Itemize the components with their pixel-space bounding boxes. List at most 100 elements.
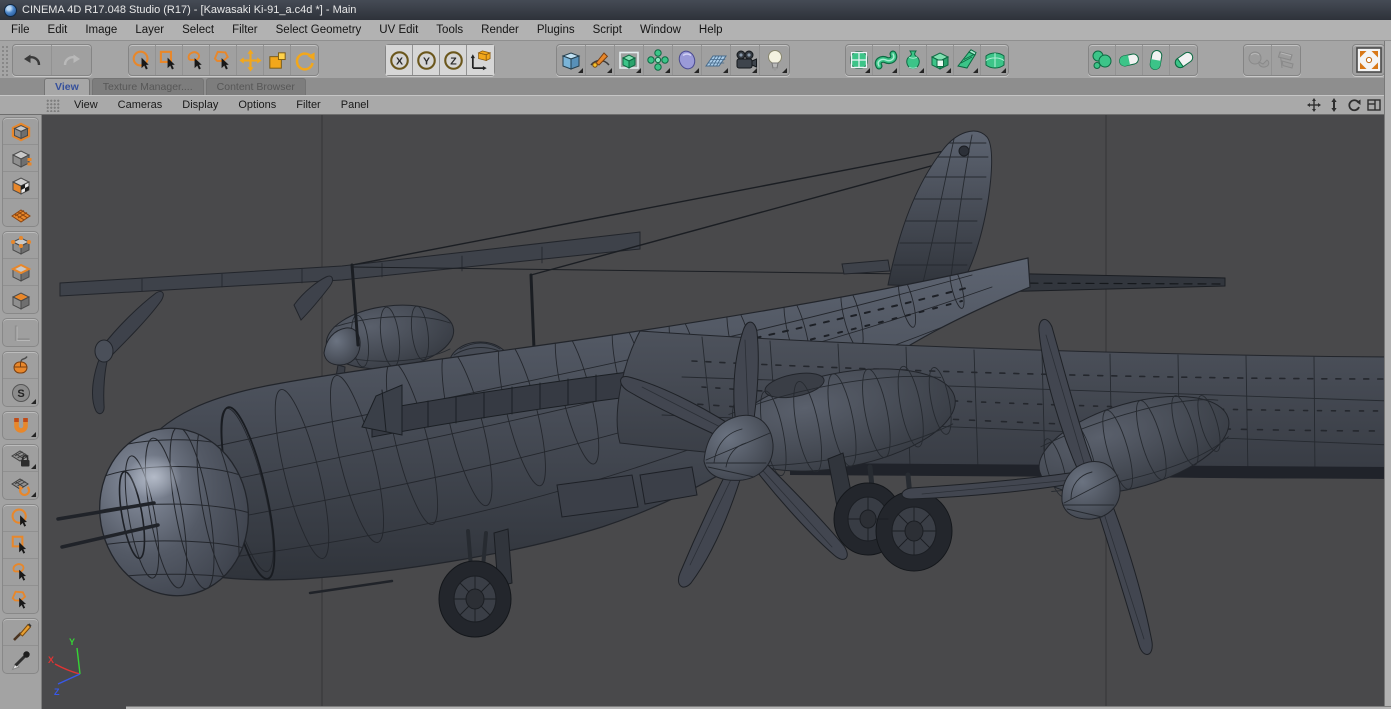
viewport-solo-icon[interactable] <box>3 352 38 379</box>
history-group <box>12 44 92 76</box>
redo-icon[interactable] <box>52 45 91 75</box>
viewport-canvas[interactable]: Y X Z <box>42 115 1391 709</box>
lathe-icon[interactable] <box>900 45 927 75</box>
brush-icon[interactable] <box>3 619 38 646</box>
enable-snap-icon[interactable] <box>3 412 38 439</box>
menu-plugins[interactable]: Plugins <box>528 21 584 39</box>
z-axis-lock-icon[interactable]: Z <box>440 45 467 75</box>
menu-window[interactable]: Window <box>631 21 690 39</box>
axis-label-x: X <box>48 655 54 665</box>
toggle-panel-icon[interactable] <box>1366 97 1381 112</box>
vpmenu-display[interactable]: Display <box>172 97 228 113</box>
title-bar: CINEMA 4D R17.048 Studio (R17) - [Kawasa… <box>0 0 1391 20</box>
live-selection-icon[interactable] <box>129 45 156 75</box>
maximize-view-icon[interactable] <box>1353 45 1384 75</box>
toolbar-drag-handle[interactable] <box>0 44 9 76</box>
boole-subtract-icon[interactable] <box>1170 45 1197 75</box>
disabled-tool-2-icon <box>1272 45 1300 75</box>
viewport-nav-icons <box>1306 97 1381 112</box>
y-axis-lock-icon[interactable]: Y <box>413 45 440 75</box>
undo-icon[interactable] <box>13 45 52 75</box>
viewport-menu-drag-handle[interactable] <box>46 98 60 112</box>
polygons-mode-icon[interactable] <box>3 286 38 313</box>
model-mode-icon[interactable] <box>3 145 38 172</box>
bezier-icon[interactable] <box>981 45 1008 75</box>
vpmenu-panel[interactable]: Panel <box>331 97 379 113</box>
texture-mode-icon[interactable] <box>3 172 38 199</box>
vpmenu-cameras[interactable]: Cameras <box>108 97 173 113</box>
menu-script[interactable]: Script <box>584 21 631 39</box>
lasso-selection-icon[interactable] <box>183 45 210 75</box>
zoom-view-icon[interactable] <box>1326 97 1341 112</box>
environment-floor-icon[interactable] <box>702 45 731 75</box>
tab-texture-manager[interactable]: Texture Manager.... <box>91 78 204 95</box>
live-selection-icon[interactable] <box>3 505 38 532</box>
rectangle-selection-icon[interactable] <box>156 45 183 75</box>
menu-layer[interactable]: Layer <box>126 21 173 39</box>
pan-view-icon[interactable] <box>1306 97 1321 112</box>
selection-tools-group <box>128 44 319 76</box>
menu-edit[interactable]: Edit <box>39 21 77 39</box>
viewport-model: Y X Z <box>42 115 1391 709</box>
x-axis-lock-icon[interactable]: X <box>386 45 413 75</box>
vpmenu-view[interactable]: View <box>64 97 108 113</box>
coordinate-system-icon[interactable] <box>467 45 494 75</box>
metaball-icon[interactable] <box>673 45 702 75</box>
menu-tools[interactable]: Tools <box>427 21 472 39</box>
svg-text:Y: Y <box>422 55 429 67</box>
lock-workplane-icon[interactable] <box>3 445 38 472</box>
spline-pen-icon[interactable] <box>586 45 615 75</box>
eyedropper-icon[interactable] <box>3 646 38 673</box>
tab-view[interactable]: View <box>44 78 90 95</box>
vpmenu-filter[interactable]: Filter <box>286 97 330 113</box>
snap-settings-icon[interactable]: S <box>3 379 38 406</box>
move-tool-icon[interactable] <box>237 45 264 75</box>
edges-mode-icon[interactable] <box>3 259 38 286</box>
menu-select[interactable]: Select <box>173 21 223 39</box>
sidebar-group-selection <box>2 504 39 614</box>
rotate-view-icon[interactable] <box>1346 97 1361 112</box>
sidebar-group-axis <box>2 318 39 347</box>
generators-icon[interactable] <box>615 45 644 75</box>
array-icon[interactable] <box>644 45 673 75</box>
metaball-blob-icon[interactable] <box>1089 45 1116 75</box>
vpmenu-options[interactable]: Options <box>228 97 286 113</box>
cinema4d-logo-icon <box>4 3 17 17</box>
rotate-tool-icon[interactable] <box>291 45 318 75</box>
polygon-selection-icon[interactable] <box>210 45 237 75</box>
menu-select-geometry[interactable]: Select Geometry <box>267 21 371 39</box>
polygon-selection-icon[interactable] <box>3 586 38 613</box>
menu-render[interactable]: Render <box>472 21 528 39</box>
window-right-border[interactable] <box>1384 41 1391 709</box>
subdivision-surface-icon[interactable] <box>846 45 873 75</box>
make-editable-icon[interactable] <box>3 118 38 145</box>
menu-uv-edit[interactable]: UV Edit <box>370 21 427 39</box>
rectangle-selection-icon[interactable] <box>3 532 38 559</box>
sidebar-group-interaction: S <box>2 351 39 407</box>
extrude-icon[interactable] <box>927 45 954 75</box>
camera-icon[interactable] <box>731 45 760 75</box>
loft-icon[interactable] <box>954 45 981 75</box>
boole-intersect-icon[interactable] <box>1143 45 1170 75</box>
scale-tool-icon[interactable] <box>264 45 291 75</box>
tab-content-browser[interactable]: Content Browser <box>205 78 306 95</box>
workplane-mode-icon[interactable] <box>3 199 38 226</box>
sidebar-group-components <box>2 231 39 314</box>
points-mode-icon[interactable] <box>3 232 38 259</box>
sweep-icon[interactable] <box>873 45 900 75</box>
mode-sidebar: S <box>0 115 42 709</box>
add-cube-icon[interactable] <box>557 45 586 75</box>
light-icon[interactable] <box>760 45 789 75</box>
sidebar-group-workplane <box>2 444 39 500</box>
axis-label-y: Y <box>69 637 75 647</box>
menu-help[interactable]: Help <box>690 21 732 39</box>
lasso-selection-icon[interactable] <box>3 559 38 586</box>
menu-filter[interactable]: Filter <box>223 21 267 39</box>
svg-text:S: S <box>17 388 24 400</box>
menu-image[interactable]: Image <box>76 21 126 39</box>
boole-union-icon[interactable] <box>1116 45 1143 75</box>
menu-file[interactable]: File <box>2 21 39 39</box>
main-toolbar: X Y Z <box>0 42 1391 78</box>
axis-mode-icon <box>3 319 38 346</box>
planar-workplane-icon[interactable] <box>3 472 38 499</box>
